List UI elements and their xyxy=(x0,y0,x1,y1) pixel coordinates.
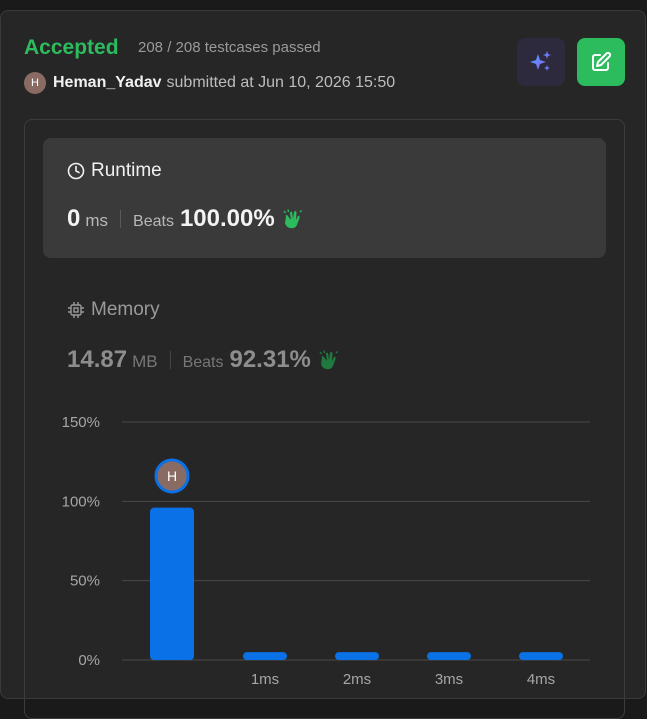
bar[interactable] xyxy=(243,652,287,660)
x-tick-label: 2ms xyxy=(343,671,371,688)
x-tick-label: 4ms xyxy=(527,671,555,688)
x-tick-label: 1ms xyxy=(251,671,279,688)
bar[interactable] xyxy=(335,652,379,660)
bar[interactable] xyxy=(519,652,563,660)
y-tick-label: 50% xyxy=(70,573,100,590)
x-tick-label: 3ms xyxy=(435,671,463,688)
bar[interactable] xyxy=(427,652,471,660)
y-tick-label: 0% xyxy=(78,652,100,669)
bar[interactable] xyxy=(150,507,194,660)
marker-initial: H xyxy=(167,468,177,484)
y-tick-label: 100% xyxy=(62,493,100,510)
runtime-distribution-chart: 0% 50% 100% 150% 1ms 2ms 3ms 4ms H xyxy=(62,414,590,688)
y-tick-label: 150% xyxy=(62,414,100,431)
